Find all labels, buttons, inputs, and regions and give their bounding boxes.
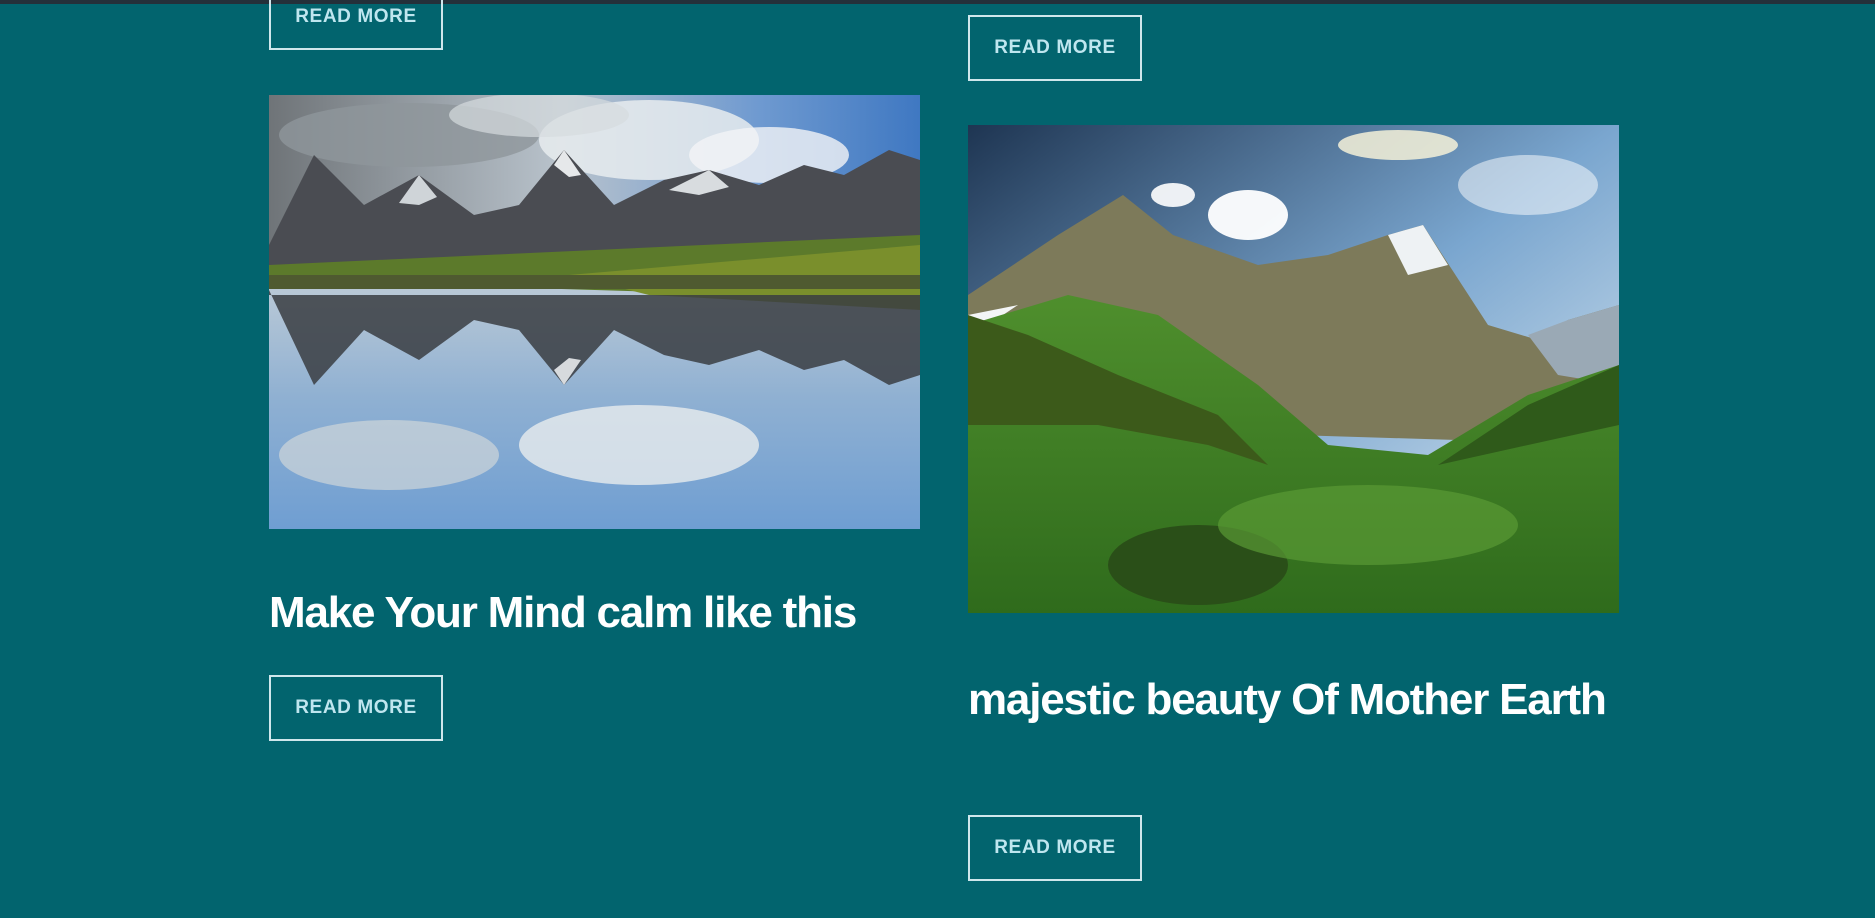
post-image-green-valley[interactable] xyxy=(968,125,1619,613)
read-more-button-mind-calm[interactable]: READ MORE xyxy=(269,675,443,741)
read-more-button-mother-earth[interactable]: READ MORE xyxy=(968,815,1142,881)
read-more-button-post-2[interactable]: READ MORE xyxy=(968,15,1142,81)
post-image-mountain-lake[interactable] xyxy=(269,95,920,529)
read-more-button-post-1[interactable]: READ MORE xyxy=(269,0,443,50)
post-title-mind-calm[interactable]: Make Your Mind calm like this xyxy=(269,585,920,641)
post-title-mother-earth[interactable]: majestic beauty Of Mother Earth xyxy=(968,672,1619,728)
